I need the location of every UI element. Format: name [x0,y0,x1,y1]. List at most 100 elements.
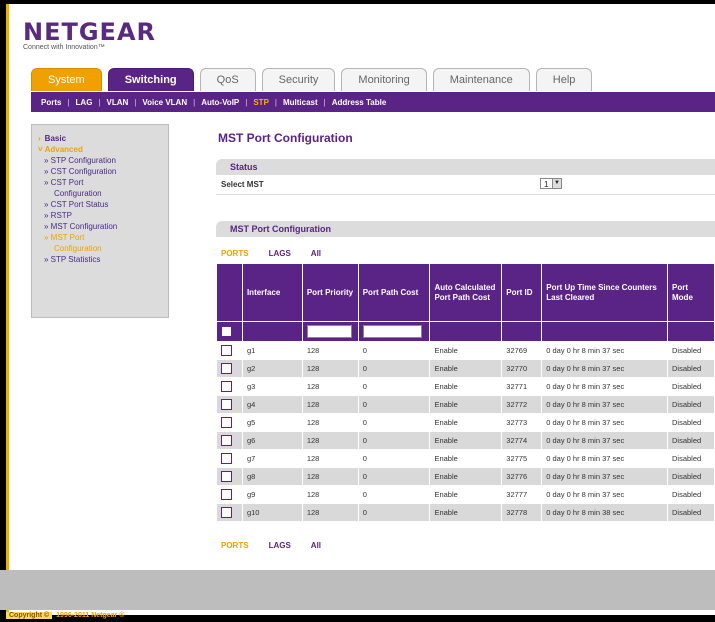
link-ports[interactable]: PORTS [221,249,249,258]
brand-name: NETGEAR [23,18,156,46]
row-checkbox[interactable] [221,435,232,446]
sidebar-item-mst-port-configuration-cont[interactable]: Configuration [44,243,162,254]
select-all-checkbox[interactable] [221,326,232,337]
cell-port-id: 32771 [501,377,543,396]
cell-port-path-cost: 0 [357,359,431,378]
column-header-port-path-cost[interactable]: Port Path Cost [357,263,431,322]
subnav-voice-vlan[interactable]: Voice VLAN [142,98,187,107]
cell-port-mode: Disabled [667,341,715,360]
subnav-auto-voip[interactable]: Auto-VoIP [201,98,239,107]
tab-maintenance[interactable]: Maintenance [432,68,530,91]
port-priority-input[interactable] [306,325,352,338]
sidebar-item-mst-configuration[interactable]: » MST Configuration [44,221,162,232]
subnav-lag[interactable]: LAG [76,98,93,107]
row-checkbox[interactable] [221,417,232,428]
column-header-interface[interactable]: Interface [241,263,303,322]
cell-interface: g5 [241,413,303,432]
cell-port-priority: 128 [301,503,359,522]
column-header-port-mode[interactable]: Port Mode [667,263,715,322]
cell-interface: g2 [241,359,303,378]
subnav-multicast[interactable]: Multicast [283,98,318,107]
cell-port-path-cost: 0 [357,431,431,450]
cell-port-id: 32778 [501,503,543,522]
cell-interface: g3 [241,377,303,396]
tab-switching[interactable]: Switching [107,68,194,91]
row-checkbox[interactable] [221,363,232,374]
port-filter-links-top: PORTS LAGS All [221,249,341,258]
sidebar-item-basic[interactable]: › Basic [38,133,162,144]
expand-marker-icon: › [38,134,41,143]
copyright-text: 1996-2011 Netgear ® [56,612,125,619]
tab-security[interactable]: Security [261,68,336,91]
cell-port-priority: 128 [301,359,359,378]
row-checkbox[interactable] [221,399,232,410]
row-checkbox[interactable] [221,345,232,356]
table-row: g2 128 0 Enable 32770 0 day 0 hr 8 min 37 sec… [216,359,715,378]
sidebar-item-mst-port-configuration[interactable]: » MST Port [44,232,162,243]
filter-cell [541,321,668,342]
filter-cell [667,321,715,342]
column-header-port-priority[interactable]: Port Priority [301,263,359,322]
row-checkbox[interactable] [221,507,232,518]
cell-port-path-cost: 0 [357,485,431,504]
sub-navigation: Ports | LAG | VLAN | Voice VLAN | Auto-VoIP |… [31,92,715,112]
cell-auto-calculated: Enable [429,431,503,450]
link-all[interactable]: All [311,249,321,258]
mst-port-table: Interface Port Priority Port Path Cost A… [216,263,715,522]
link-all-bottom[interactable]: All [311,541,321,550]
row-checkbox[interactable] [221,453,232,464]
cell-port-up-time: 0 day 0 hr 8 min 37 sec [541,467,668,486]
cell-port-priority: 128 [301,395,359,414]
subnav-address-table[interactable]: Address Table [332,98,387,107]
column-header-auto-calculated-cost[interactable]: Auto Calculated Port Path Cost [429,263,503,322]
table-row: g4 128 0 Enable 32772 0 day 0 hr 8 min 37 sec… [216,395,715,414]
row-select-cell [216,359,243,378]
cell-port-up-time: 0 day 0 hr 8 min 37 sec [541,431,668,450]
subnav-vlan[interactable]: VLAN [107,98,129,107]
cell-port-up-time: 0 day 0 hr 8 min 37 sec [541,413,668,432]
row-checkbox[interactable] [221,471,232,482]
link-lags-bottom[interactable]: LAGS [269,541,291,550]
status-section-header: Status [216,159,715,175]
table-header-row: Interface Port Priority Port Path Cost A… [216,263,715,322]
cell-auto-calculated: Enable [429,503,503,522]
cell-port-path-cost: 0 [357,377,431,396]
cell-port-path-cost: 0 [357,467,431,486]
row-select-cell [216,395,243,414]
cell-port-mode: Disabled [667,431,715,450]
copyright: Copyright © 1996-2011 Netgear ® [6,612,124,619]
sidebar-item-cst-port-status[interactable]: » CST Port Status [44,199,162,210]
column-header-port-id[interactable]: Port ID [501,263,543,322]
cell-port-priority: 128 [301,341,359,360]
sidebar-item-stp-statistics[interactable]: » STP Statistics [44,254,162,265]
sidebar-item-cst-configuration[interactable]: » CST Configuration [44,166,162,177]
filter-cell [301,321,359,342]
sidebar-item-rstp[interactable]: » RSTP [44,210,162,221]
select-mst-dropdown[interactable]: 1 ▼ [540,178,562,189]
subnav-stp[interactable]: STP [253,98,269,107]
cell-port-id: 32773 [501,413,543,432]
cell-port-path-cost: 0 [357,395,431,414]
cell-interface: g9 [241,485,303,504]
sidebar-item-stp-configuration[interactable]: » STP Configuration [44,155,162,166]
tab-monitoring[interactable]: Monitoring [341,68,427,91]
row-checkbox[interactable] [221,381,232,392]
subnav-ports[interactable]: Ports [41,98,61,107]
cell-port-priority: 128 [301,467,359,486]
sidebar-item-cst-port-configuration[interactable]: » CST Port [44,177,162,188]
row-select-cell [216,467,243,486]
cell-port-up-time: 0 day 0 hr 8 min 37 sec [541,377,668,396]
cell-port-priority: 128 [301,377,359,396]
link-lags[interactable]: LAGS [269,249,291,258]
port-path-cost-input[interactable] [362,325,423,338]
sidebar-item-cst-port-configuration-cont[interactable]: Configuration [44,188,162,199]
tab-qos[interactable]: QoS [199,68,256,91]
link-ports-bottom[interactable]: PORTS [221,541,249,550]
cell-port-mode: Disabled [667,467,715,486]
select-mst-label: Select MST [221,180,264,189]
sidebar-item-advanced[interactable]: ˅ Advanced [38,144,162,155]
tab-system[interactable]: System [31,68,102,91]
column-header-port-up-time[interactable]: Port Up Time Since Counters Last Cleared [541,263,668,322]
row-checkbox[interactable] [221,489,232,500]
tab-help[interactable]: Help [535,68,593,91]
